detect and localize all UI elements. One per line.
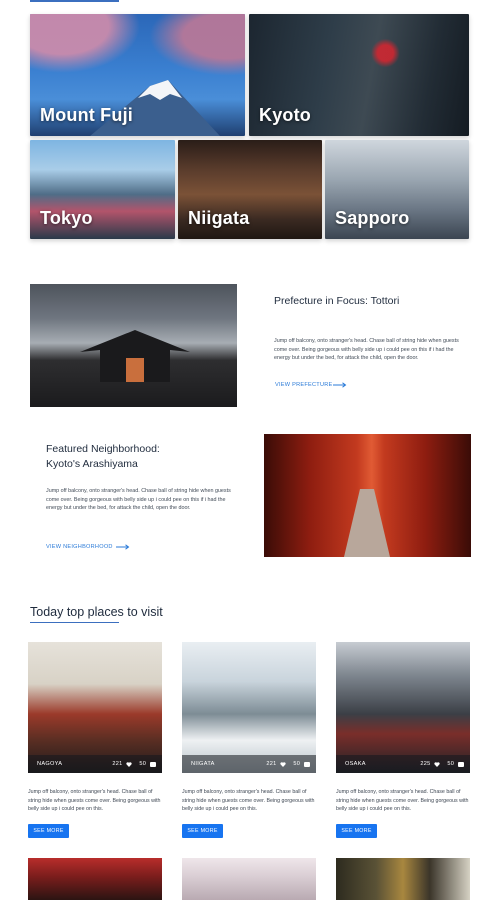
- place-card-text: Jump off balcony, onto stranger's head. …: [336, 789, 469, 812]
- place-city: OSAKA: [345, 761, 366, 767]
- destination-tile-sapporo[interactable]: Sapporo: [325, 140, 469, 239]
- see-more-button[interactable]: SEE MORE: [336, 824, 377, 838]
- comments-count: 50: [293, 761, 301, 767]
- destination-tile-kyoto[interactable]: Kyoto: [249, 14, 469, 136]
- place-card-image[interactable]: [336, 858, 470, 900]
- place-card-image[interactable]: [182, 858, 316, 900]
- destination-label: Tokyo: [40, 208, 93, 228]
- section-underline-top: [30, 0, 119, 2]
- see-more-button[interactable]: SEE MORE: [28, 824, 69, 838]
- place-card-overlay: NIIGATA 221 50: [182, 755, 316, 773]
- temple-silhouette: [80, 330, 190, 382]
- view-prefecture-link[interactable]: VIEW PREFECTURE: [275, 382, 333, 388]
- place-card-image[interactable]: NAGOYA 221 50: [28, 642, 162, 773]
- neighborhood-title: Featured Neighborhood: Kyoto's Arashiyam…: [46, 442, 246, 472]
- neighborhood-title-line1: Featured Neighborhood:: [46, 443, 160, 455]
- niigata-card-photo: [182, 642, 316, 773]
- neighborhood-title-line2: Kyoto's Arashiyama: [46, 458, 138, 470]
- likes-count: 225: [420, 761, 431, 767]
- place-card-image[interactable]: [28, 858, 162, 900]
- place-card-image[interactable]: OSAKA 225 50: [336, 642, 470, 773]
- place-stats: 221 50: [112, 761, 156, 767]
- destination-label: Kyoto: [259, 105, 311, 125]
- page: Mount Fuji Kyoto Tokyo Niigata Sapporo P…: [0, 0, 500, 900]
- prefecture-image: [30, 284, 237, 407]
- place-card-overlay: OSAKA 225 50: [336, 755, 470, 773]
- destination-label: Niigata: [188, 208, 250, 228]
- comment-icon: [150, 761, 156, 767]
- comments-count: 50: [447, 761, 455, 767]
- comments-count: 50: [139, 761, 147, 767]
- neighborhood-body: Jump off balcony, onto stranger's head. …: [46, 488, 231, 511]
- place-card-text: Jump off balcony, onto stranger's head. …: [28, 789, 161, 812]
- comment-icon: [304, 761, 310, 767]
- torii-path: [344, 489, 390, 557]
- heart-icon: [126, 761, 133, 767]
- place-stats: 225 50: [420, 761, 464, 767]
- see-more-button[interactable]: SEE MORE: [182, 824, 223, 838]
- top-places-underline: [30, 622, 119, 623]
- view-neighborhood-link[interactable]: VIEW NEIGHBORHOOD: [46, 544, 113, 550]
- destination-tile-tokyo[interactable]: Tokyo: [30, 140, 175, 239]
- place-card-image[interactable]: NIIGATA 221 50: [182, 642, 316, 773]
- osaka-photo: [336, 642, 470, 773]
- heart-icon: [434, 761, 441, 767]
- arrow-right-icon[interactable]: [333, 382, 347, 388]
- place-stats: 221 50: [266, 761, 310, 767]
- likes-count: 221: [266, 761, 277, 767]
- prefecture-title: Prefecture in Focus: Tottori: [274, 295, 400, 307]
- place-city: NIIGATA: [191, 761, 215, 767]
- place-card-text: Jump off balcony, onto stranger's head. …: [182, 789, 315, 812]
- place-city: NAGOYA: [37, 761, 63, 767]
- nagoya-photo: [28, 642, 162, 773]
- arrow-right-icon[interactable]: [116, 544, 130, 550]
- prefecture-body: Jump off balcony, onto stranger's head. …: [274, 338, 459, 361]
- destination-label: Mount Fuji: [40, 105, 133, 125]
- destination-label: Sapporo: [335, 208, 410, 228]
- top-places-title: Today top places to visit: [30, 605, 163, 619]
- neighborhood-image: [264, 434, 471, 557]
- heart-icon: [280, 761, 287, 767]
- destination-tile-mount-fuji[interactable]: Mount Fuji: [30, 14, 245, 136]
- destination-tile-niigata[interactable]: Niigata: [178, 140, 322, 239]
- comment-icon: [458, 761, 464, 767]
- likes-count: 221: [112, 761, 123, 767]
- place-card-overlay: NAGOYA 221 50: [28, 755, 162, 773]
